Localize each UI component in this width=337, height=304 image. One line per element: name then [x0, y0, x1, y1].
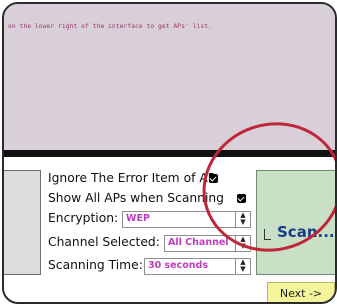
encryption-select[interactable]: WEP ▲ ▼ — [122, 211, 251, 228]
select-arrows-icon: ▲ ▼ — [235, 259, 250, 274]
show-all-label: Show All APs when Scanning — [48, 191, 224, 205]
select-arrows-icon: ▲ ▼ — [235, 236, 250, 251]
scan-time-value: 30 seconds — [148, 260, 209, 271]
separator-bar — [4, 150, 335, 157]
log-area[interactable]: on the lower right of the interface to g… — [4, 4, 335, 150]
app-window: on the lower right of the interface to g… — [2, 2, 337, 304]
scan-button[interactable]: Scan... — [256, 170, 335, 275]
scan-time-label: Scanning Time: — [48, 258, 143, 272]
ignore-error-checkbox[interactable] — [209, 174, 218, 183]
channel-value: All Channel — [168, 237, 229, 248]
next-button[interactable]: Next -> — [267, 282, 335, 302]
log-text: on the lower right of the interface to g… — [8, 22, 212, 30]
channel-label: Channel Selected: — [48, 235, 160, 249]
bracket-icon — [264, 229, 271, 240]
scan-time-select[interactable]: 30 seconds ▲ ▼ — [144, 258, 251, 275]
encryption-label: Encryption: — [48, 211, 119, 225]
show-all-checkbox[interactable] — [237, 194, 246, 203]
ignore-error-label: Ignore The Error Item of AP — [48, 171, 216, 185]
select-arrows-icon: ▲ ▼ — [235, 212, 250, 227]
encryption-value: WEP — [126, 213, 150, 224]
channel-select[interactable]: All Channel ▲ ▼ — [164, 235, 251, 252]
scan-button-label: Scan... — [277, 223, 335, 241]
left-panel — [4, 170, 41, 275]
